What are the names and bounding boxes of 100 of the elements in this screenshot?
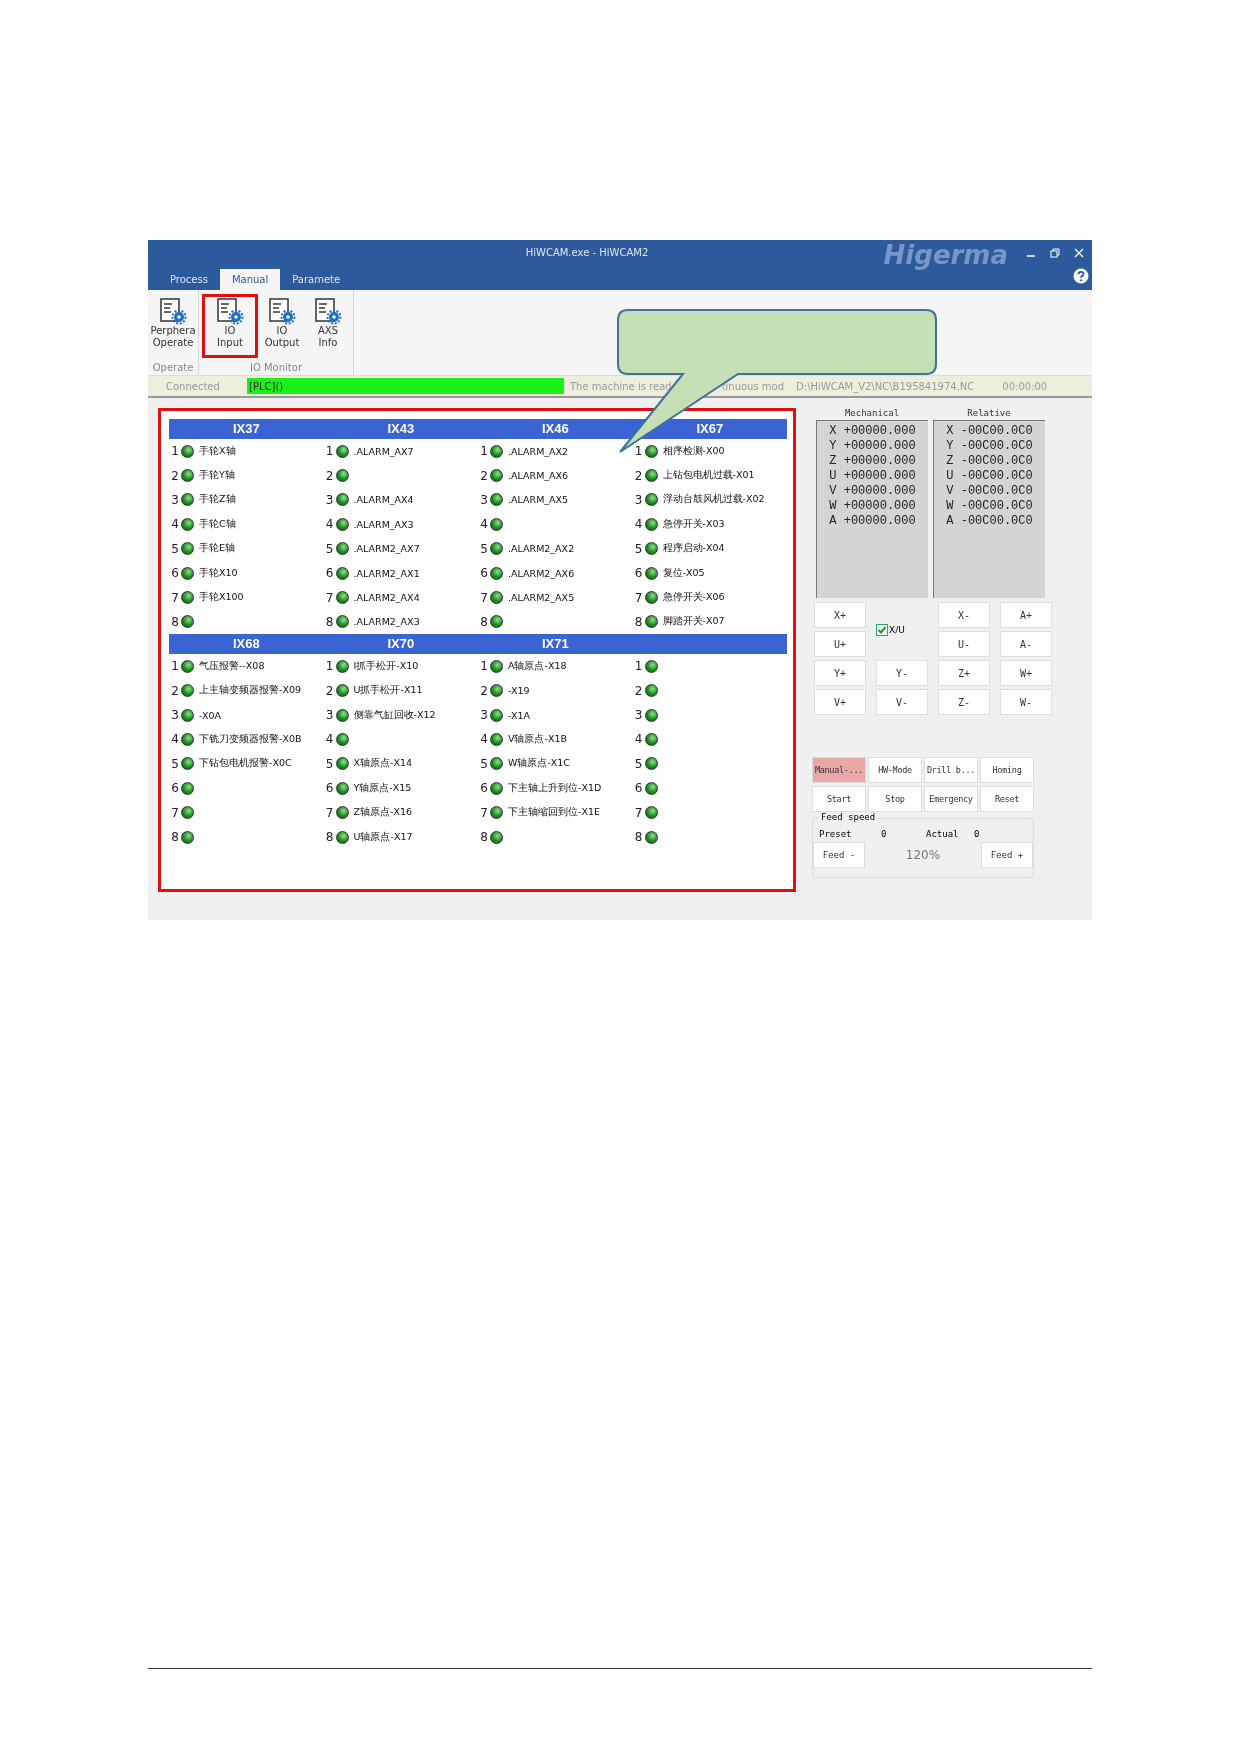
io-label: 手轮X轴	[199, 444, 236, 458]
coordinate-value: W +00000.000	[829, 499, 916, 514]
io-number: 5	[633, 756, 643, 771]
io-label: 手轮X10	[199, 566, 238, 580]
io-number: 3	[324, 492, 334, 507]
tab[interactable]: Manual	[219, 269, 281, 290]
action-button[interactable]: Reset	[980, 786, 1034, 812]
action-button[interactable]: Emergency	[924, 786, 978, 812]
io-number: 7	[479, 590, 488, 605]
io-label: .ALARM2_AX1	[353, 567, 420, 579]
io-number: 7	[633, 805, 643, 820]
io-label: I抓手松开-X10	[353, 659, 419, 673]
io-number: 4	[633, 517, 643, 532]
io-number: 4	[479, 517, 488, 532]
io-number: 3	[170, 492, 179, 507]
io-number: 5	[479, 756, 488, 771]
jog-button[interactable]: W-	[1000, 689, 1052, 715]
io-number: 2	[479, 468, 488, 483]
io-number: 2	[633, 468, 643, 483]
jog-button[interactable]: A-	[1000, 631, 1052, 657]
io-label: 下铣刀变频器报警-X0B	[199, 733, 302, 746]
feed-plus-button[interactable]: Feed +	[981, 842, 1033, 868]
io-label: 气压报警--X08	[199, 659, 265, 673]
close-icon[interactable]	[1074, 247, 1084, 258]
io-number: 8	[324, 614, 334, 629]
io-label: .ALARM_AX4	[353, 494, 414, 506]
feed-percent: 120%	[905, 848, 941, 862]
mode-button[interactable]: Homing	[980, 757, 1034, 783]
io-number: 7	[170, 805, 179, 820]
io-number: 8	[633, 614, 643, 629]
restore-icon[interactable]	[1050, 247, 1060, 258]
io-label: W轴原点-X1C	[508, 757, 570, 771]
logo-text: Higerma	[883, 240, 1008, 270]
column-header: IX46	[541, 421, 569, 436]
jog-button[interactable]: Y-	[876, 660, 928, 686]
preset-value: 0	[881, 829, 888, 839]
io-number: 2	[633, 683, 643, 698]
position-title: Mechanical	[844, 408, 900, 420]
ribbon-group-label: Operate	[151, 362, 195, 373]
mode-status: tinuous mod	[720, 380, 786, 392]
jog-button[interactable]: Z-	[938, 689, 990, 715]
jog-button[interactable]: Y+	[814, 660, 866, 686]
jog-button[interactable]: X-	[938, 602, 990, 628]
io-number: 8	[170, 830, 179, 845]
io-number: 3	[170, 708, 179, 723]
mode-button[interactable]: Manual-...	[812, 757, 866, 783]
tab[interactable]: Process	[158, 269, 220, 290]
coordinate-value: V -00C00.0C0	[946, 484, 1033, 499]
io-number: 6	[479, 566, 488, 581]
jog-button[interactable]: U-	[938, 631, 990, 657]
io-number: 5	[170, 756, 179, 771]
io-label: -X19	[508, 685, 530, 697]
io-number: 1	[479, 659, 488, 674]
io-label: 程序启动-X04	[662, 542, 725, 556]
coordinate-value: A -00C00.0C0	[946, 514, 1033, 529]
feed-minus-button[interactable]: Feed -	[813, 842, 865, 868]
coordinate-value: V +00000.000	[829, 484, 916, 499]
coordinate-value: Z -00C00.0C0	[946, 454, 1033, 469]
io-label: -X0A	[199, 709, 221, 721]
io-label: .ALARM2_AX6	[508, 567, 575, 579]
io-label: 手轮E轴	[199, 542, 235, 556]
io-number: 7	[170, 590, 179, 605]
io-label: 急停开关-X03	[662, 517, 725, 531]
io-label: .ALARM2_AX2	[508, 543, 575, 555]
io-label: .ALARM_AX6	[508, 470, 569, 482]
io-number: 4	[633, 732, 643, 747]
io-number: 4	[170, 732, 179, 747]
tab[interactable]: Paramete	[280, 269, 353, 290]
io-label: 下钻包电机报警-X0C	[199, 757, 292, 771]
io-number: 4	[170, 517, 179, 532]
io-number: 5	[170, 541, 179, 556]
jog-button[interactable]: Z+	[938, 660, 990, 686]
jog-button[interactable]: U+	[814, 631, 866, 657]
coordinate-value: U -00C00.0C0	[946, 469, 1033, 484]
io-label: 复位-X05	[662, 566, 705, 580]
io-number: 4	[324, 517, 334, 532]
ribbon-button[interactable]: AXS Info	[306, 294, 350, 358]
ribbon-group-label: IO Monitor	[249, 362, 303, 373]
jog-button[interactable]: X+	[814, 602, 866, 628]
io-number: 7	[633, 590, 643, 605]
io-number: 6	[633, 781, 643, 796]
io-number: 3	[324, 708, 334, 723]
ribbon-button[interactable]: Perphera Operate	[151, 294, 195, 358]
plc-status: [PLC]()	[247, 378, 564, 394]
jog-button[interactable]: A+	[1000, 602, 1052, 628]
ribbon-button[interactable]: IO Output	[260, 294, 304, 358]
io-number: 2	[324, 683, 334, 698]
io-number: 1	[170, 444, 179, 459]
jog-button[interactable]: V-	[876, 689, 928, 715]
mode-button[interactable]: HW-Mode	[868, 757, 922, 783]
mode-button[interactable]: Drill b...	[924, 757, 978, 783]
jog-button[interactable]: W+	[1000, 660, 1052, 686]
axis-checkbox[interactable]: X/U	[876, 624, 905, 636]
help-icon[interactable]	[1073, 268, 1089, 284]
jog-button[interactable]: V+	[814, 689, 866, 715]
io-label: 下主轴上升到位-X1D	[508, 781, 602, 795]
action-button[interactable]: Stop	[868, 786, 922, 812]
action-button[interactable]: Start	[812, 786, 866, 812]
io-label: .ALARM_AX7	[353, 445, 414, 457]
ribbon-button[interactable]: IO Input	[202, 294, 258, 358]
